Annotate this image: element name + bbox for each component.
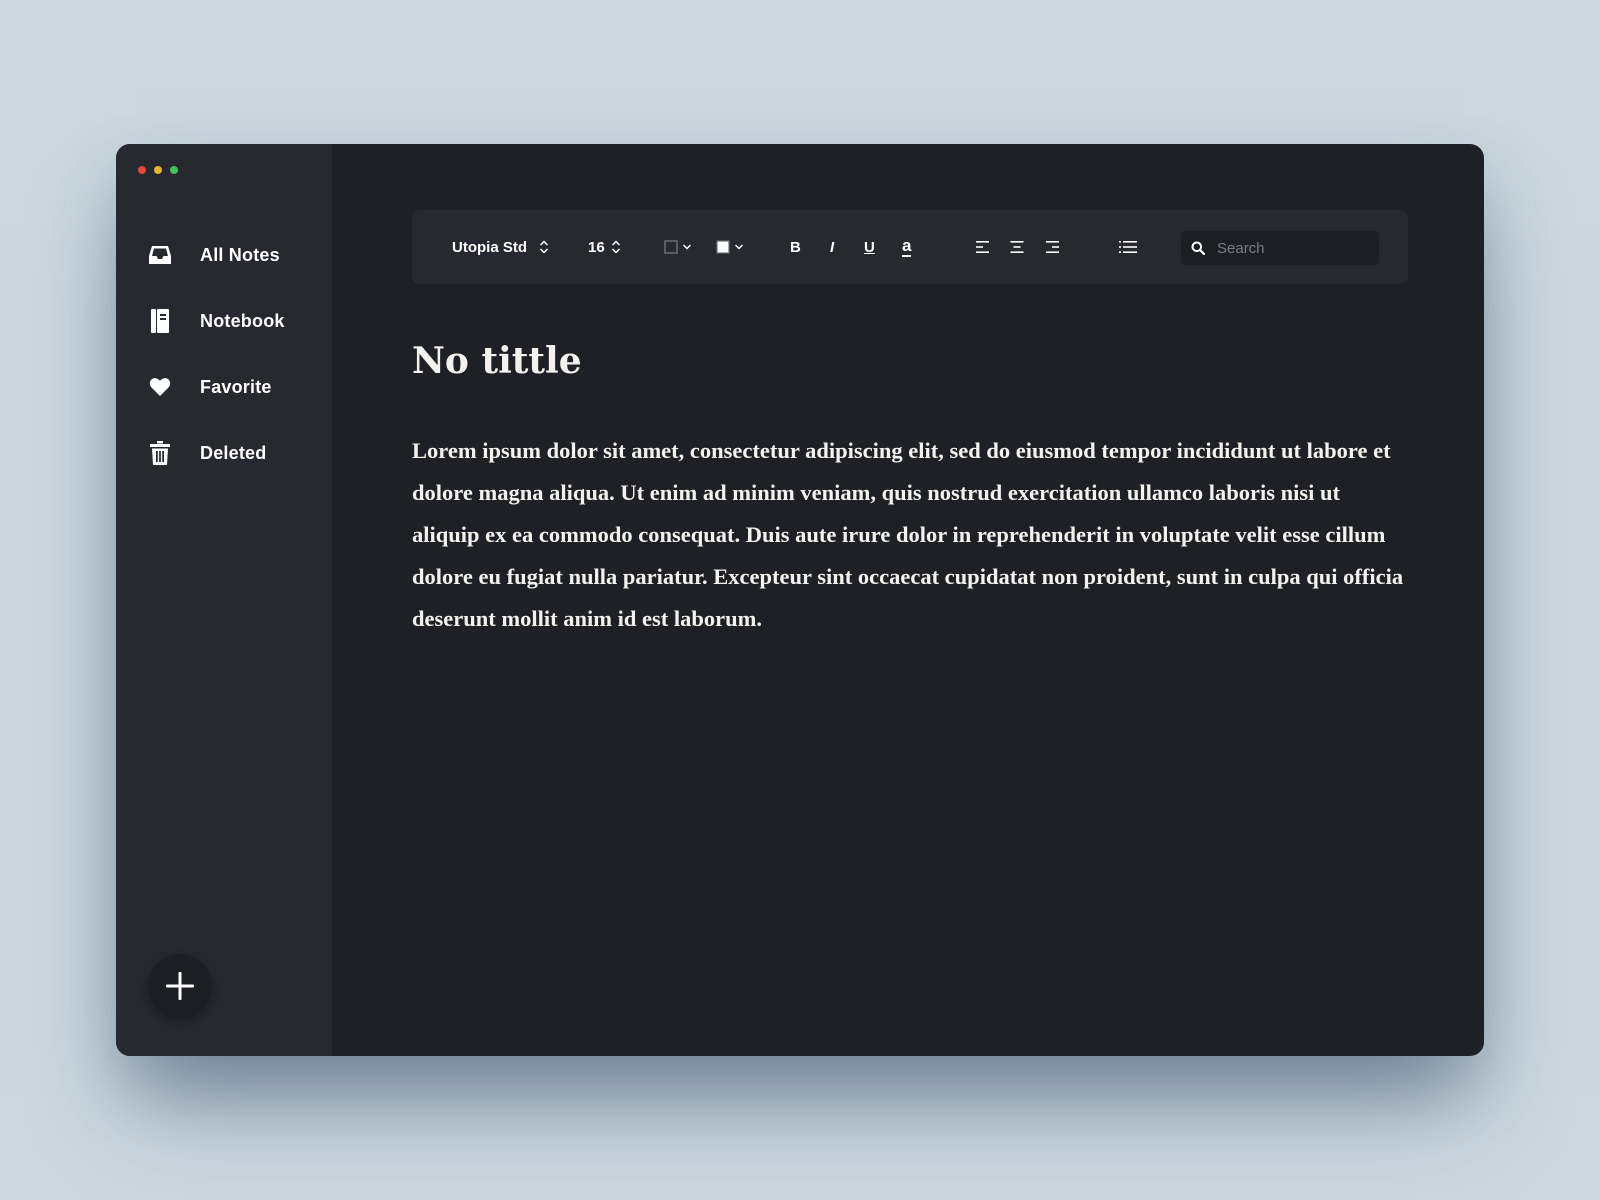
text-color-icon: a — [902, 236, 912, 257]
bulleted-list-icon — [1119, 240, 1137, 254]
align-center-button[interactable] — [1010, 210, 1024, 284]
trash-icon — [148, 441, 172, 465]
app-window: All Notes Notebook Favorite Deleted Utop… — [116, 144, 1484, 1056]
bold-button[interactable]: B — [790, 210, 801, 284]
notebook-icon — [148, 309, 172, 333]
sidebar-item-label: Notebook — [200, 310, 285, 331]
underline-icon: U — [864, 238, 875, 256]
border-color-picker[interactable] — [664, 210, 692, 284]
align-center-icon — [1010, 240, 1024, 254]
bulleted-list-button[interactable] — [1119, 210, 1137, 284]
bold-icon: B — [790, 238, 801, 256]
search-input[interactable] — [1217, 239, 1367, 257]
chevron-up-down-icon — [611, 239, 621, 255]
plus-icon — [166, 972, 194, 1000]
sidebar-item-notebook[interactable]: Notebook — [116, 288, 332, 354]
align-left-button[interactable] — [976, 210, 990, 284]
align-right-icon — [1045, 240, 1059, 254]
minimize-window-button[interactable] — [154, 166, 162, 174]
font-size-value: 16 — [588, 238, 605, 256]
close-window-button[interactable] — [138, 166, 146, 174]
sidebar-item-label: All Notes — [200, 244, 280, 265]
italic-button[interactable]: I — [830, 210, 834, 284]
sidebar-item-label: Favorite — [200, 376, 272, 397]
sidebar-item-deleted[interactable]: Deleted — [116, 420, 332, 486]
search-icon — [1191, 241, 1205, 255]
fill-color-picker[interactable] — [716, 210, 744, 284]
search-box[interactable] — [1181, 231, 1379, 265]
chevron-down-icon — [682, 243, 692, 251]
heart-icon — [148, 375, 172, 399]
sidebar-item-favorite[interactable]: Favorite — [116, 354, 332, 420]
sidebar: All Notes Notebook Favorite Deleted — [116, 144, 332, 1056]
font-family-value: Utopia Std — [452, 238, 527, 256]
font-size-select[interactable]: 16 — [588, 210, 621, 284]
chevron-down-icon — [734, 243, 744, 251]
italic-icon: I — [830, 238, 835, 256]
sidebar-nav: All Notes Notebook Favorite Deleted — [116, 222, 332, 486]
underline-button[interactable]: U — [864, 210, 875, 284]
editor-area: Utopia Std 16 B I U a Search No tittle L… — [332, 144, 1484, 1056]
chevron-up-down-icon — [539, 239, 549, 255]
maximize-window-button[interactable] — [170, 166, 178, 174]
fill-color-swatch-icon — [716, 240, 730, 254]
note-title[interactable]: No tittle — [412, 340, 582, 382]
border-color-swatch-icon — [664, 240, 678, 254]
align-left-icon — [976, 240, 990, 254]
inbox-icon — [148, 243, 172, 267]
window-controls — [138, 166, 178, 174]
formatting-toolbar: Utopia Std 16 B I U a Search — [412, 210, 1408, 284]
sidebar-item-all-notes[interactable]: All Notes — [116, 222, 332, 288]
add-note-button[interactable] — [148, 954, 212, 1018]
note-body[interactable]: Lorem ipsum dolor sit amet, consectetur … — [412, 430, 1412, 640]
text-color-button[interactable]: a — [902, 210, 912, 284]
align-right-button[interactable] — [1045, 210, 1059, 284]
font-family-select[interactable]: Utopia Std — [452, 210, 549, 284]
sidebar-item-label: Deleted — [200, 442, 267, 463]
